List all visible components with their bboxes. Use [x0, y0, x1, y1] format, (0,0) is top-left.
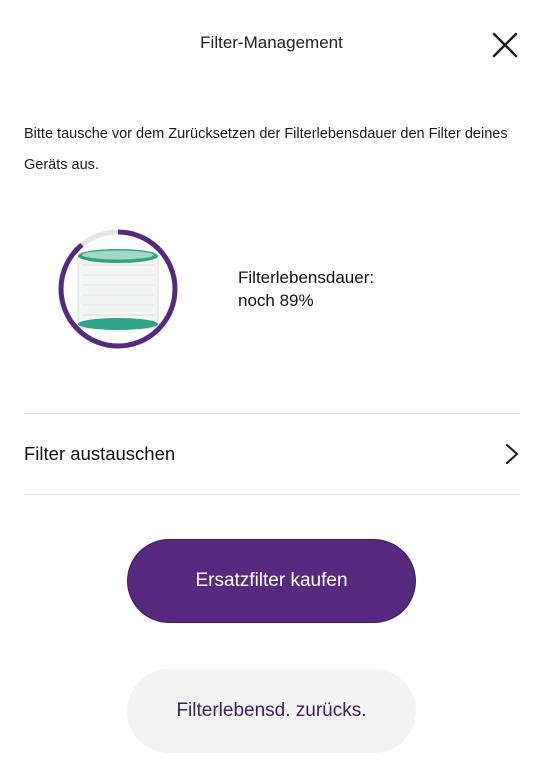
replace-filter-label: Filter austauschen — [24, 443, 176, 464]
chevron-right-icon — [506, 444, 518, 464]
page-title: Filter-Management — [200, 33, 343, 52]
instruction-text: Bitte tausche vor dem Zurücksetzen der F… — [24, 126, 508, 173]
close-button[interactable] — [489, 29, 521, 61]
buy-replacement-filter-button[interactable]: Ersatzfilter kaufen — [127, 539, 416, 623]
filter-life-figure — [56, 227, 180, 351]
replace-filter-row[interactable]: Filter austauschen — [24, 414, 520, 494]
filter-management-screen: Filter-Management Bitte tausche vor dem … — [0, 0, 543, 768]
filter-life-value: noch 89% — [238, 291, 314, 310]
filter-life-label: Filterlebensdauer: — [238, 268, 375, 287]
reset-filter-life-button[interactable]: Filterlebensd. zurücks. — [127, 669, 416, 753]
filter-life-info: Filterlebensdauer: noch 89% — [238, 266, 374, 312]
filter-cartridge-icon — [77, 249, 159, 330]
close-icon — [492, 32, 518, 58]
divider-bottom — [24, 494, 520, 495]
